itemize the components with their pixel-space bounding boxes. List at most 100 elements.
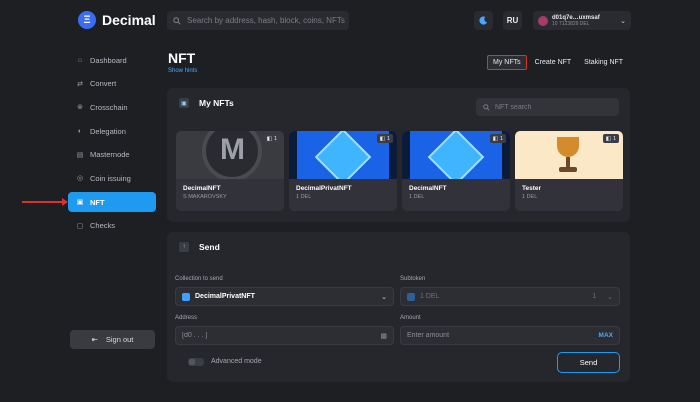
sidebar-item-crosschain[interactable]: ⊗ Crosschain	[68, 97, 156, 117]
subtoken-qty: 1	[592, 293, 597, 300]
logo[interactable]: Ξ Decimal	[78, 11, 156, 29]
account-balance: 10 7123829 DEL	[552, 20, 590, 27]
max-button[interactable]: MAX	[599, 332, 613, 339]
sidebar-item-nft[interactable]: ▣ NFT	[68, 192, 156, 213]
show-hints-link[interactable]: Show hints	[168, 68, 197, 74]
tab-my-nfts[interactable]: My NFTs	[487, 55, 527, 70]
subtoken-value: 1 DEL	[420, 293, 440, 300]
sidebar-item-label: Coin issuing	[90, 173, 131, 183]
sidebar-item-label: Convert	[90, 79, 117, 89]
search-icon	[173, 16, 181, 25]
sidebar-item-label: Masternode	[90, 150, 130, 160]
toggle-icon: ◐	[77, 127, 83, 135]
amount-input[interactable]	[407, 332, 594, 339]
nft-count-badge: ◧ 1	[263, 134, 280, 143]
amount-label: Amount	[400, 315, 421, 321]
nft-image: ◧1	[289, 131, 397, 179]
sidebar-item-label: NFT	[90, 197, 105, 207]
nft-subtitle: 1 DEL	[296, 194, 312, 200]
nft-subtitle: 1 DEL	[522, 194, 538, 200]
nft-card[interactable]: ◧ 1 Tester 1 DEL	[515, 131, 623, 211]
subtoken-select[interactable]: 1 DEL 1 ⌄	[400, 287, 620, 306]
send-button[interactable]: Send	[557, 352, 620, 373]
nft-search-input[interactable]	[495, 103, 615, 111]
send-title: Send	[199, 242, 220, 252]
chevron-down-icon: ⌄	[620, 17, 626, 25]
image-icon: ▣	[179, 98, 189, 108]
nft-name: DecimalNFT	[409, 185, 447, 192]
cube-icon	[182, 292, 190, 301]
collection-select[interactable]: DecimalPrivatNFT ⌄	[175, 287, 394, 306]
sidebar-item-label: Dashboard	[90, 55, 127, 65]
nft-subtitle: S MAKAROVSKY	[183, 194, 227, 200]
sidebar-item-masternode[interactable]: ▤ Masternode	[68, 145, 156, 165]
sidebar-item-label: Delegation	[90, 126, 126, 136]
home-icon: ⌂	[77, 56, 83, 64]
avatar	[538, 15, 548, 26]
global-search[interactable]	[167, 11, 349, 30]
nft-name: DecimalNFT	[183, 185, 221, 192]
sidebar-item-convert[interactable]: ⇄ Convert	[68, 74, 156, 94]
chevron-down-icon: ⌄	[607, 293, 613, 301]
check-doc-icon: ▢	[76, 222, 84, 230]
coin-icon: ◎	[76, 175, 84, 183]
chevron-down-icon: ⌄	[381, 293, 387, 301]
moon-icon	[479, 16, 488, 25]
sidebar: ⌂ Dashboard ⇄ Convert ⊗ Crosschain ◐ Delegation…	[68, 50, 156, 240]
sign-out-label: Sign out	[105, 335, 134, 344]
advanced-mode-toggle[interactable]	[188, 358, 204, 366]
theme-toggle-button[interactable]	[474, 11, 493, 30]
nft-name: DecimalPrivatNFT	[296, 185, 352, 192]
address-input[interactable]	[182, 332, 376, 339]
layers-icon: ◧	[266, 135, 272, 142]
collection-value: DecimalPrivatNFT	[195, 293, 255, 300]
collection-label: Collection to send	[175, 276, 223, 282]
account-address: d01q7e…uxmsaf	[552, 14, 600, 21]
address-field[interactable]: ▦	[175, 326, 394, 345]
sidebar-item-dashboard[interactable]: ⌂ Dashboard	[68, 50, 156, 70]
cube-icon	[407, 292, 415, 301]
nft-card[interactable]: ◧1 DecimalNFT S MAKAROVSKY	[176, 131, 284, 211]
my-nfts-title: My NFTs	[199, 98, 234, 108]
nft-count-badge: ◧ 1	[489, 134, 506, 143]
sidebar-item-label: Crosschain	[90, 102, 128, 112]
link-icon: ⊗	[77, 104, 83, 112]
search-icon	[483, 103, 490, 111]
subtoken-label: Subtoken	[400, 276, 426, 282]
language-button[interactable]: RU	[503, 11, 522, 30]
layers-icon: ◧	[379, 135, 385, 142]
address-label: Address	[175, 315, 198, 321]
nft-image: ◧1	[176, 131, 284, 179]
decimal-logo-icon: Ξ	[78, 11, 96, 29]
annotation-arrow	[22, 198, 68, 206]
account-selector[interactable]: d01q7e…uxmsaf 10 7123829 DEL ⌄	[533, 11, 631, 30]
sidebar-item-checks[interactable]: ▢ Checks	[68, 216, 156, 236]
sidebar-item-label: Checks	[90, 221, 116, 231]
server-icon: ▤	[76, 151, 84, 159]
nft-tabs: My NFTs Create NFT Staking NFT	[487, 55, 628, 70]
layers-icon: ◧	[605, 135, 611, 142]
sidebar-item-delegation[interactable]: ◐ Delegation	[68, 121, 156, 141]
sign-out-button[interactable]: ⇤ Sign out	[70, 330, 155, 349]
nft-count-badge: ◧ 1	[376, 134, 393, 143]
tab-create-nft[interactable]: Create NFT	[530, 55, 577, 70]
image-icon: ▣	[76, 199, 84, 207]
nft-card-list: ◧1 DecimalNFT S MAKAROVSKY ◧1 DecimalPrivatN…	[176, 131, 623, 211]
nft-count-badge: ◧ 1	[602, 134, 619, 143]
nft-search[interactable]	[476, 98, 619, 116]
sidebar-item-coin-issuing[interactable]: ◎ Coin issuing	[68, 168, 156, 188]
swap-icon: ⇄	[77, 80, 83, 88]
nft-card[interactable]: ◧ 1 DecimalNFT 1 DEL	[402, 131, 510, 211]
qr-icon[interactable]: ▦	[380, 332, 387, 340]
search-input[interactable]	[187, 16, 347, 25]
nft-name: Tester	[522, 185, 542, 192]
tab-staking-nft[interactable]: Staking NFT	[579, 55, 628, 70]
nft-image: ◧1	[402, 131, 510, 179]
amount-field[interactable]: MAX	[400, 326, 620, 345]
nft-card[interactable]: ◧ 1 DecimalPrivatNFT 1 DEL	[289, 131, 397, 211]
page-title: NFT	[168, 50, 196, 66]
layers-icon: ◧	[492, 135, 498, 142]
arrow-up-icon: ↑	[179, 242, 189, 252]
nft-subtitle: 1 DEL	[409, 194, 425, 200]
sign-out-icon: ⇤	[91, 335, 98, 344]
